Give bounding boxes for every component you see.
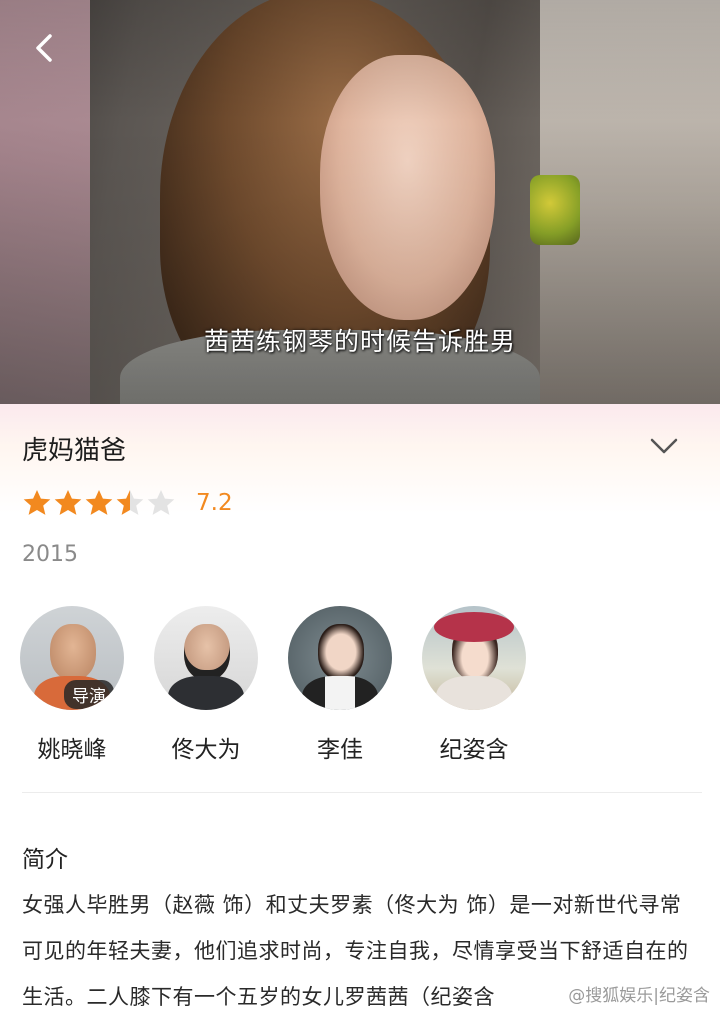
video-player[interactable]: 茜茜练钢琴的时候告诉胜男 <box>0 0 720 404</box>
director-tag: 导演 <box>64 680 114 709</box>
section-divider <box>22 792 702 793</box>
back-button[interactable] <box>26 28 66 68</box>
expand-button[interactable] <box>648 434 680 458</box>
star-rating <box>22 488 176 518</box>
cast-member-director[interactable]: 导演 姚晓峰 <box>20 606 124 764</box>
rating-score: 7.2 <box>196 490 233 516</box>
cast-member-name: 佟大为 <box>171 737 241 763</box>
avatar: 导演 <box>20 606 124 710</box>
watermark: @搜狐娱乐|纪姿含 <box>568 986 710 1006</box>
chevron-down-icon <box>650 438 678 454</box>
star-icon <box>54 490 82 515</box>
avatar <box>422 606 526 710</box>
cast-member[interactable]: 李佳 <box>288 606 392 764</box>
star-icon <box>23 490 51 515</box>
show-info-panel: 虎妈猫爸 7.2 2015 导演 姚晓峰 佟大为 李佳 纪姿含 简介 女强人毕胜… <box>0 404 720 1012</box>
intro-heading: 简介 <box>22 847 68 873</box>
avatar <box>288 606 392 710</box>
show-title: 虎妈猫爸 <box>22 436 127 466</box>
star-icon <box>85 490 113 515</box>
cast-member[interactable]: 纪姿含 <box>422 606 526 764</box>
star-icon <box>147 490 175 515</box>
cast-member-name: 姚晓峰 <box>37 737 107 763</box>
chevron-left-icon <box>36 34 52 62</box>
cast-member[interactable]: 佟大为 <box>154 606 258 764</box>
cast-list: 导演 姚晓峰 佟大为 李佳 纪姿含 <box>20 606 526 764</box>
star-icon <box>116 490 144 515</box>
video-subtitle: 茜茜练钢琴的时候告诉胜男 <box>203 327 516 356</box>
avatar <box>154 606 258 710</box>
cast-member-name: 纪姿含 <box>439 737 509 763</box>
cast-member-name: 李佳 <box>317 737 363 763</box>
rating-row: 7.2 <box>22 486 233 520</box>
release-year: 2015 <box>22 542 78 567</box>
